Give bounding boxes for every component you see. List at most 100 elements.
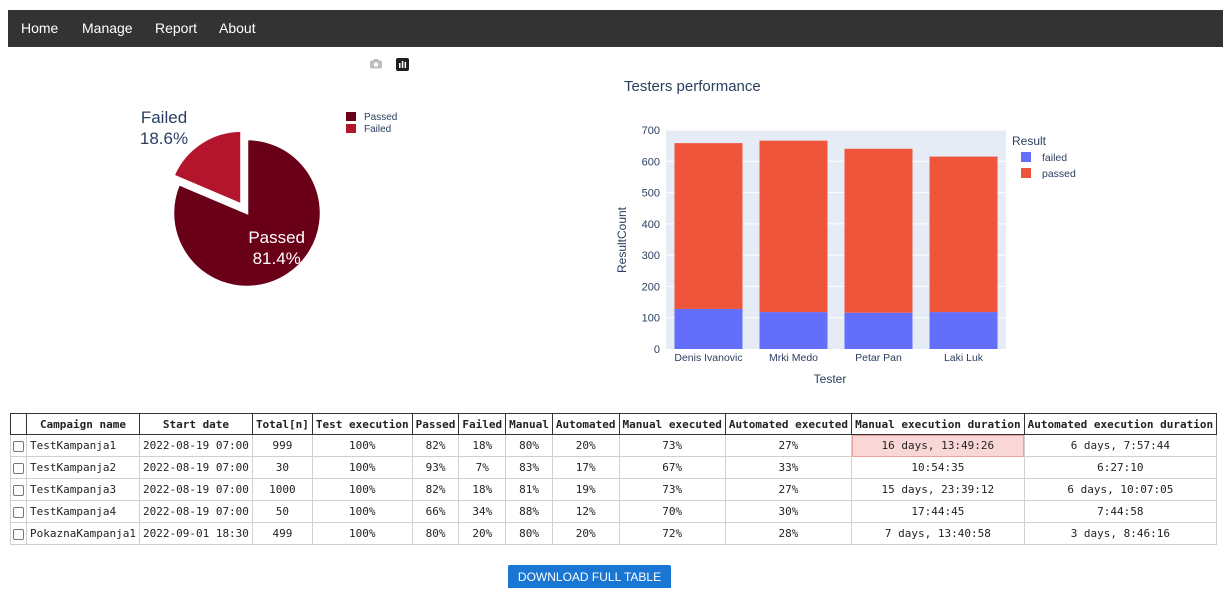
legend-swatch [1021, 152, 1031, 162]
header-total[interactable]: Total[n] [251, 413, 313, 435]
bar-passed[interactable] [844, 148, 913, 313]
header-manual-executed[interactable]: Manual executed [618, 413, 726, 435]
row-checkbox[interactable] [13, 506, 24, 518]
row-checkbox-cell [10, 500, 27, 523]
table-cell: 3 days, 8:46:16 [1023, 522, 1218, 545]
pie-slice-label: Failed [141, 108, 187, 127]
bar-failed[interactable] [929, 312, 998, 349]
legend-label[interactable]: failed [1042, 152, 1067, 164]
campaign-table: Campaign name Start date Total[n] Test e… [10, 413, 1218, 545]
table-cell: 2022-08-19 07:00 [138, 456, 253, 479]
legend-swatch [1021, 168, 1031, 178]
nav-item-report[interactable]: Report [155, 10, 197, 47]
table-cell: 72% [618, 522, 726, 545]
table-header-row: Campaign name Start date Total[n] Test e… [10, 413, 1218, 435]
table-row: PokaznaKampanja1 2022-09-01 18:30 499 10… [10, 522, 1218, 545]
table-cell: 50 [251, 500, 313, 523]
table-cell: 80% [505, 434, 553, 457]
download-full-table-button[interactable]: DOWNLOAD FULL TABLE [508, 565, 671, 588]
x-tick-label: Petar Pan [855, 352, 902, 364]
header-manual-execution-duration[interactable]: Manual execution duration [851, 413, 1025, 435]
bar-passed[interactable] [759, 140, 828, 313]
legend-label[interactable]: passed [1042, 168, 1076, 180]
y-axis-label: ResultCount [615, 206, 629, 273]
header-campaign-name[interactable]: Campaign name [26, 413, 140, 435]
y-tick-label: 400 [642, 219, 660, 231]
bar-passed[interactable] [674, 143, 743, 309]
bar-chart: Testers performance 0 100 200 300 400 500 600 7… [600, 70, 1100, 400]
plotly-logo-icon[interactable] [396, 58, 409, 71]
header-automated-execution-duration[interactable]: Automated execution duration [1023, 413, 1218, 435]
table-cell: 6:27:10 [1023, 456, 1218, 479]
table-cell: 12% [551, 500, 620, 523]
table-cell: TestKampanja1 [26, 434, 140, 457]
table-cell: 73% [618, 434, 726, 457]
bar-passed[interactable] [929, 156, 998, 313]
header-failed[interactable]: Failed [458, 413, 507, 435]
x-tick-label: Laki Luk [944, 352, 984, 364]
pie-slice-label: Passed [248, 228, 305, 247]
campaign-table-container: Campaign name Start date Total[n] Test e… [10, 413, 1218, 545]
y-tick-label: 100 [642, 313, 660, 325]
y-tick-label: 0 [654, 344, 660, 356]
header-automated[interactable]: Automated [551, 413, 620, 435]
row-checkbox-cell [10, 478, 27, 501]
chart-title: Testers performance [624, 78, 761, 95]
x-tick-label: Denis Ivanovic [674, 352, 742, 364]
legend-label[interactable]: Failed [364, 124, 391, 135]
table-cell: 2022-08-19 07:00 [138, 434, 253, 457]
table-cell: 30% [724, 500, 853, 523]
pie-slice-label: 18.6% [140, 129, 188, 148]
row-checkbox[interactable] [13, 484, 24, 496]
table-cell: 73% [618, 478, 726, 501]
table-row: TestKampanja4 2022-08-19 07:00 50 100% 6… [10, 500, 1218, 523]
header-select [10, 413, 27, 435]
bar-failed[interactable] [844, 312, 913, 349]
header-passed[interactable]: Passed [411, 413, 460, 435]
x-tick-label: Mrki Medo [769, 352, 818, 364]
table-cell: 10:54:35 [851, 456, 1025, 479]
table-cell: 15 days, 23:39:12 [851, 478, 1025, 501]
table-cell: 20% [551, 522, 620, 545]
table-cell: PokaznaKampanja1 [26, 522, 140, 545]
table-cell: 100% [311, 434, 413, 457]
table-cell: 70% [618, 500, 726, 523]
header-manual[interactable]: Manual [505, 413, 553, 435]
header-automated-executed[interactable]: Automated executed [724, 413, 853, 435]
table-cell-highlighted[interactable]: 16 days, 13:49:26 [851, 434, 1025, 457]
table-cell: 18% [458, 434, 507, 457]
y-tick-label: 300 [642, 250, 660, 262]
table-cell: 18% [458, 478, 507, 501]
y-tick-label: 600 [642, 156, 660, 168]
header-start-date[interactable]: Start date [138, 413, 253, 435]
table-row: TestKampanja3 2022-08-19 07:00 1000 100%… [10, 478, 1218, 501]
table-cell: 100% [311, 500, 413, 523]
bar-failed[interactable] [674, 308, 743, 349]
nav-item-about[interactable]: About [219, 10, 256, 47]
table-cell: 2022-09-01 18:30 [138, 522, 253, 545]
table-cell: TestKampanja2 [26, 456, 140, 479]
table-cell: 34% [458, 500, 507, 523]
table-row: TestKampanja2 2022-08-19 07:00 30 100% 9… [10, 456, 1218, 479]
table-cell: 17:44:45 [851, 500, 1025, 523]
row-checkbox-cell [10, 522, 27, 545]
nav-item-manage[interactable]: Manage [82, 10, 133, 47]
bar-chart-svg: Testers performance 0 100 200 300 400 500 600 7… [615, 78, 1076, 386]
row-checkbox[interactable] [13, 440, 24, 452]
bar-failed[interactable] [759, 312, 828, 349]
table-cell: 100% [311, 522, 413, 545]
row-checkbox[interactable] [13, 528, 24, 540]
row-checkbox[interactable] [13, 462, 24, 474]
table-cell: 6 days, 7:57:44 [1023, 434, 1218, 457]
table-cell: 19% [551, 478, 620, 501]
legend-label[interactable]: Passed [364, 112, 397, 123]
table-cell: 80% [505, 522, 553, 545]
table-cell: 100% [311, 456, 413, 479]
nav-item-home[interactable]: Home [21, 10, 58, 47]
table-cell: 33% [724, 456, 853, 479]
table-cell: 100% [311, 478, 413, 501]
table-cell: 20% [551, 434, 620, 457]
camera-icon[interactable] [370, 59, 382, 69]
table-cell: 2022-08-19 07:00 [138, 500, 253, 523]
header-test-execution[interactable]: Test execution [311, 413, 413, 435]
